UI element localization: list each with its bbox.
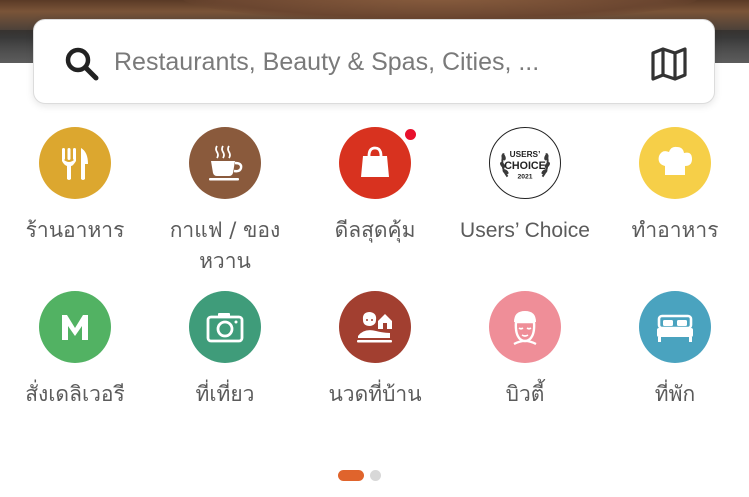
category-label: กาแฟ / ของหวาน xyxy=(169,218,281,273)
category-icon-circle: USERS’ CHOICE 2021 xyxy=(489,127,561,199)
page-dot-active[interactable] xyxy=(338,470,364,481)
category-label: นวดที่บ้าน xyxy=(328,382,422,406)
category-icon-circle xyxy=(489,291,561,363)
category-label: สั่งเดลิเวอรี xyxy=(25,382,125,406)
category-label: ทำอาหาร xyxy=(631,218,719,242)
category-icon-circle xyxy=(639,291,711,363)
search-bar[interactable]: Restaurants, Beauty & Spas, Cities, ... xyxy=(33,19,715,104)
beauty-face-icon xyxy=(513,311,537,345)
coffee-cup-icon xyxy=(209,145,243,181)
map-icon[interactable] xyxy=(650,46,688,82)
badge-year-text: 2021 xyxy=(517,174,532,181)
category-icon-circle xyxy=(639,127,711,199)
category-icon-circle xyxy=(339,127,411,199)
camera-icon xyxy=(206,313,244,343)
category-label: Users’ Choice xyxy=(460,219,590,242)
new-indicator-dot xyxy=(405,129,416,140)
chef-hat-icon xyxy=(658,146,692,175)
category-label: บิวตี้ xyxy=(505,382,545,406)
badge-main-text: CHOICE xyxy=(504,160,546,172)
category-icon-circle xyxy=(39,291,111,363)
delivery-m-icon xyxy=(62,315,88,340)
page-dot[interactable] xyxy=(370,470,381,481)
category-icon-circle xyxy=(339,291,411,363)
users-choice-badge-icon: USERS’ CHOICE 2021 xyxy=(499,150,551,181)
search-icon xyxy=(65,47,99,81)
category-label: ร้านอาหาร xyxy=(25,218,125,242)
home-massage-icon xyxy=(357,312,392,343)
category-label: ดีลสุดคุ้ม xyxy=(334,218,416,242)
fork-knife-icon xyxy=(62,148,88,180)
category-label: ที่พัก xyxy=(654,382,696,406)
page-indicator xyxy=(338,470,381,481)
shopping-bag-icon xyxy=(361,146,389,177)
category-icon-circle xyxy=(189,127,261,199)
badge-title-text: USERS’ xyxy=(510,150,541,159)
category-icon-circle xyxy=(39,127,111,199)
category-icon-circle xyxy=(189,291,261,363)
search-input[interactable]: Restaurants, Beauty & Spas, Cities, ... xyxy=(114,20,634,105)
bed-icon xyxy=(657,314,693,342)
category-label: ที่เที่ยว xyxy=(195,382,255,406)
